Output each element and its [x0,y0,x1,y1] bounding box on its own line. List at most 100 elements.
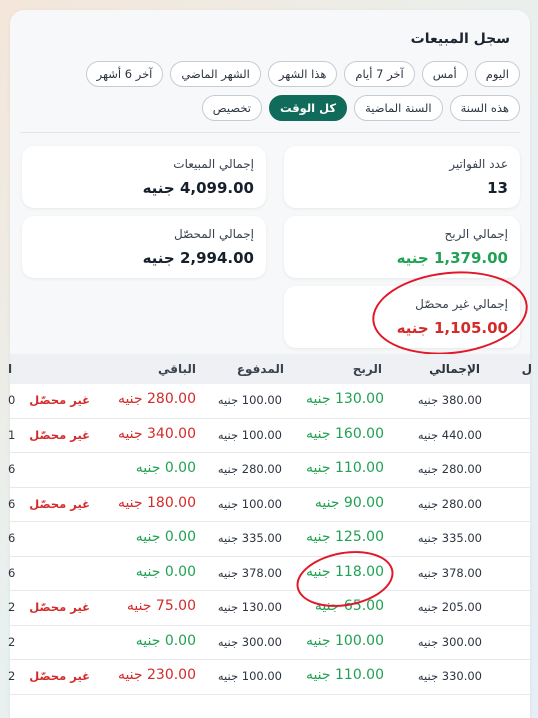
cell-remaining: 0.00 جنيه [135,563,196,580]
stat-card-total-collected: إجمالي المحصّل 2,994.00 جنيه [22,216,266,278]
table-row[interactable]: قدي378.00 جنيه118.00 جنيه378.00 جنيه0.00… [8,556,530,591]
cell-remaining: 0.00 جنيه [135,529,196,545]
cell-num: 6 [8,462,16,476]
stat-value: 1,379.00 جنيه [396,249,508,267]
cell-total: 380.00 جنيه [417,393,482,407]
cell-num: 6 [8,531,16,545]
cell-total: 378.00 جنيه [417,565,482,580]
stat-card-total-uncollected: إجمالي غير محصّل 1,105.00 جنيه [284,286,520,348]
cell-remaining: 180.00 جنيه [117,494,196,511]
cell-total: 280.00 جنيه [417,462,482,476]
uncollected-badge: غير محصّل [29,393,90,407]
header-total: الإجمالي [429,362,480,376]
cell-profit: 90.00 جنيه [314,494,384,511]
filter-chip[interactable]: أمس [421,61,468,87]
table-header: ل الإجمالي الربح المدفوع الباقي ا [8,354,532,384]
panel-title: سجل المبيعات [410,31,510,47]
header-name: ل [521,362,532,376]
table-row[interactable]: بهاء330.00 جنيه110.00 جنيه100.00 جنيه230… [8,660,530,695]
header-profit: الربح [352,362,382,376]
table-body: قدي380.00 جنيه130.00 جنيه100.00 جنيه280.… [8,384,530,718]
header-num: ا [8,362,13,376]
cell-num: 6 [8,565,16,580]
cell-name: قدي [500,428,538,442]
cell-paid: 378.00 جنيه [217,565,282,580]
cell-paid: 130.00 جنيه [217,600,282,614]
cell-profit: 118.00 جنيه [305,563,384,580]
uncollected-badge: غير محصّل [29,427,90,442]
filter-chip[interactable]: آخر 7 أيام [344,61,415,87]
header-remaining: الباقي [157,362,196,376]
table-row[interactable]: ـاء205.00 جنيه65.00 جنيه130.00 جنيه75.00… [8,591,530,626]
cell-paid: 335.00 جنيه [217,531,282,545]
cell-paid: 100.00 جنيه [217,427,282,442]
filter-chip[interactable]: تخصيص [201,95,262,121]
cell-name: قدي [500,462,538,476]
cell-name: قدي [500,635,538,649]
table-row[interactable] [10,694,530,718]
uncollected-badge: غير محصّل [29,496,90,511]
date-filter-chips: اليوم أمس آخر 7 أيام هذا الشهر الشهر الماضي آ… [20,61,520,121]
stat-value: 1,105.00 جنيه [396,319,508,337]
filter-chip[interactable]: هذه السنة [449,95,520,121]
cell-remaining: 0.00 جنيه [135,460,196,476]
cell-remaining: 280.00 جنيه [117,391,196,407]
cell-profit: 100.00 جنيه [305,632,384,649]
cell-profit: 125.00 جنيه [305,529,384,545]
cell-name: قدي [500,531,538,545]
stat-value: 13 [487,179,508,197]
filter-chip[interactable]: الشهر الماضي [170,61,261,87]
cell-paid: 100.00 جنيه [217,496,282,511]
cell-num: 2 [8,634,16,649]
cell-total: 280.00 جنيه [417,496,482,511]
cell-profit: 160.00 جنيه [305,425,384,442]
cell-profit: 65.00 جنيه [314,598,384,614]
stat-card-total-profit: إجمالي الربح 1,379.00 جنيه [284,216,520,278]
cell-name: ـاء [500,600,538,614]
filter-chip[interactable]: اليوم [474,61,520,87]
table-row[interactable]: قدي280.00 جنيه110.00 جنيه280.00 جنيه0.00… [8,453,530,488]
table-row[interactable]: قدي380.00 جنيه130.00 جنيه100.00 جنيه280.… [8,384,530,419]
filter-chip[interactable]: هذا الشهر [267,61,338,87]
filter-chip[interactable]: كل الوقت [268,95,348,121]
cell-paid: 300.00 جنيه [217,634,282,649]
cell-paid: 100.00 جنيه [217,393,282,407]
stat-card-invoice-count: عدد الفواتير 13 [284,146,520,208]
cell-name: قدي [500,566,538,580]
stat-label: إجمالي غير محصّل [415,297,508,311]
stat-label: عدد الفواتير [449,157,508,171]
cell-num: 1 [8,427,16,442]
header-paid: المدفوع [236,362,284,376]
cell-paid: 100.00 جنيه [217,669,282,683]
cell-profit: 130.00 جنيه [305,391,384,407]
cell-name: بهاء [500,669,538,683]
table-row[interactable]: حمد280.00 جنيه90.00 جنيه100.00 جنيه180.0… [8,487,530,522]
table-row[interactable]: قدي335.00 جنيه125.00 جنيه335.00 جنيه0.00… [8,522,530,557]
cell-total: 440.00 جنيه [417,427,482,442]
divider [20,132,520,133]
stat-card-total-sales: إجمالي المبيعات 4,099.00 جنيه [22,146,266,208]
cell-paid: 280.00 جنيه [217,462,282,476]
cell-remaining: 340.00 جنيه [117,425,196,442]
uncollected-badge: غير محصّل [29,669,90,683]
sales-table: ل الإجمالي الربح المدفوع الباقي ا قدي380… [8,354,532,718]
stat-label: إجمالي المحصّل [174,227,254,241]
table-row[interactable]: قدي440.00 جنيه160.00 جنيه100.00 جنيه340.… [8,418,530,453]
cell-total: 330.00 جنيه [417,669,482,683]
cell-name: حمد [500,497,538,511]
cell-total: 205.00 جنيه [417,600,482,614]
cell-profit: 110.00 جنيه [305,667,384,683]
filter-chip[interactable]: آخر 6 أشهر [85,61,164,87]
cell-total: 300.00 جنيه [417,634,482,649]
cell-total: 335.00 جنيه [417,531,482,545]
cell-num: 0 [8,393,16,407]
stat-label: إجمالي الربح [444,227,508,241]
stat-value: 4,099.00 جنيه [142,179,254,197]
filter-chip[interactable]: السنة الماضية [354,95,443,121]
table-row[interactable]: قدي300.00 جنيه100.00 جنيه300.00 جنيه0.00… [8,625,530,660]
cell-remaining: 0.00 جنيه [135,632,196,649]
uncollected-badge: غير محصّل [29,600,90,614]
cell-num: 6 [8,496,16,511]
cell-profit: 110.00 جنيه [305,460,384,476]
stat-value: 2,994.00 جنيه [142,249,254,267]
